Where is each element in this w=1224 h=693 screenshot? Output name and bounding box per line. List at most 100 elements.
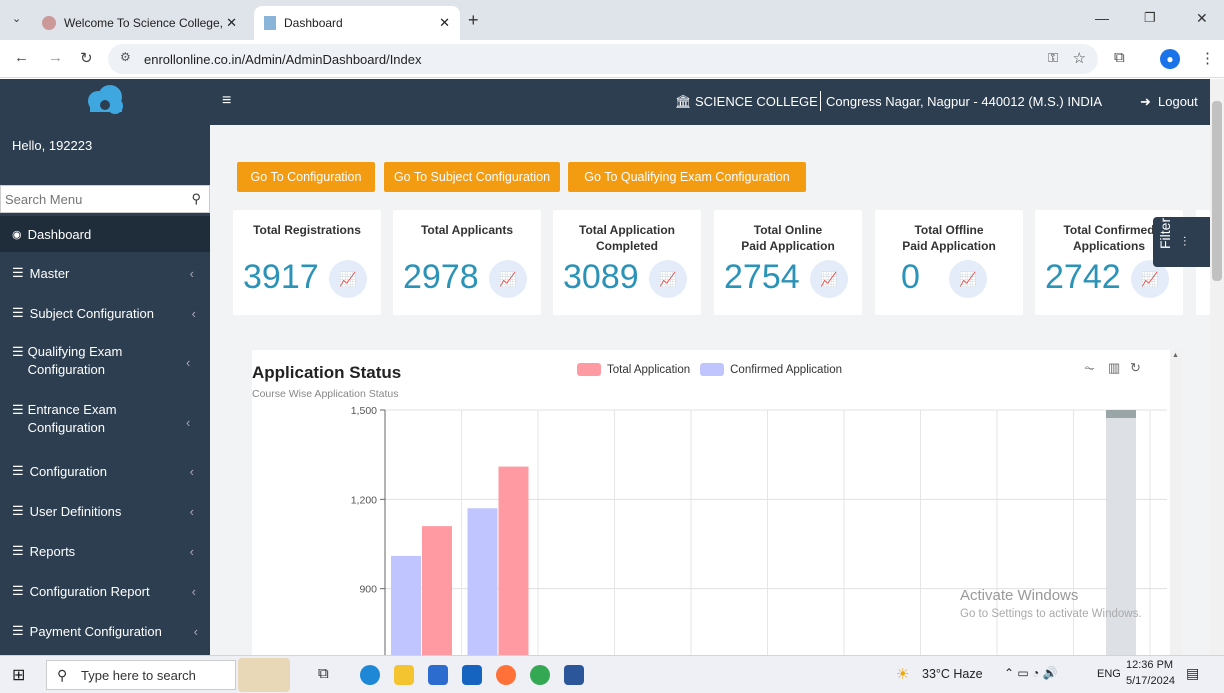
- firefox-icon[interactable]: [496, 665, 516, 685]
- extensions-icon[interactable]: ⧉: [1114, 49, 1125, 66]
- restore-icon[interactable]: ❐: [1144, 10, 1156, 26]
- stat-title: Total Confirmed: [1063, 223, 1155, 237]
- tab-title: Welcome To Science College, N: [64, 16, 224, 30]
- browser-tab-science[interactable]: Welcome To Science College, N ✕: [32, 6, 247, 40]
- bar-total-application: [422, 526, 452, 655]
- sidebar-item-configuration[interactable]: ☰ Configuration ‹: [0, 453, 210, 489]
- chrome-icon[interactable]: [530, 665, 550, 685]
- browser-tab-dashboard[interactable]: Dashboard ✕: [254, 6, 460, 40]
- line-chart-toggle-icon[interactable]: ⏦: [1084, 360, 1095, 376]
- site-info-icon[interactable]: ⚙: [120, 50, 131, 64]
- go-to-subject-configuration-button[interactable]: Go To Subject Configuration: [384, 162, 560, 192]
- sidebar-item-user-definitions[interactable]: ☰ User Definitions ‹: [0, 493, 210, 529]
- favicon-icon: [264, 16, 276, 30]
- list-icon: ☰: [12, 344, 24, 359]
- stat-subtitle: Applications: [1072, 239, 1145, 253]
- edge-browser-icon[interactable]: [360, 665, 380, 685]
- logout-icon: ➜: [1140, 94, 1151, 109]
- stat-card-applicants: Total Applicants 2978 📈: [393, 210, 541, 315]
- language-indicator[interactable]: ENG: [1097, 668, 1121, 680]
- taskbar-search-box[interactable]: ⚲ Type here to search: [46, 660, 236, 690]
- go-to-qualifying-exam-configuration-button[interactable]: Go To Qualifying Exam Configuration: [568, 162, 806, 192]
- taskbar-search-text: Type here to search: [81, 667, 196, 683]
- sidebar-item-configuration-report[interactable]: ☰ Configuration Report ‹: [0, 573, 210, 609]
- scrollbar-thumb[interactable]: [1212, 101, 1222, 281]
- notifications-icon[interactable]: ▤: [1186, 665, 1199, 682]
- task-view-icon[interactable]: ⧉: [318, 665, 329, 682]
- window-close-icon[interactable]: ✕: [1196, 10, 1208, 27]
- mastersoft-logo[interactable]: [80, 84, 130, 122]
- close-icon[interactable]: ✕: [439, 15, 450, 31]
- institution-icon: 🏛: [675, 94, 692, 109]
- sidebar-item-subject-configuration[interactable]: ☰ Subject Configuration ‹: [0, 295, 210, 331]
- file-explorer-icon[interactable]: [394, 665, 414, 685]
- windows-taskbar: ⊞ ⚲ Type here to search ⧉ ☀ 33°C Haze ⌃ …: [0, 655, 1224, 693]
- minimize-icon[interactable]: —: [1095, 10, 1109, 26]
- clock-date[interactable]: 5/17/2024: [1126, 675, 1175, 687]
- reload-icon[interactable]: ↻: [80, 49, 93, 67]
- sidebar-item-master[interactable]: ☰ Master ‹: [0, 255, 210, 291]
- back-icon[interactable]: ←: [14, 49, 29, 66]
- stat-value: 0: [901, 258, 920, 296]
- main-content: Go To Configuration Go To Subject Config…: [210, 125, 1210, 655]
- close-icon[interactable]: ✕: [226, 15, 237, 31]
- clock-time[interactable]: 12:36 PM: [1126, 659, 1173, 671]
- mail-icon[interactable]: [462, 665, 482, 685]
- page-scrollbar[interactable]: [1210, 79, 1224, 655]
- hamburger-menu-icon[interactable]: ≡: [222, 92, 231, 110]
- stat-title: Total Online: [753, 223, 823, 237]
- sidebar-item-reports[interactable]: ☰ Reports ‹: [0, 533, 210, 569]
- stat-card-application-completed: Total Application Completed 3089 📈: [553, 210, 701, 315]
- tab-list-icon[interactable]: ⌄: [12, 12, 21, 25]
- word-icon[interactable]: [564, 665, 584, 685]
- bar-total-application: [498, 466, 529, 655]
- sidebar-item-payment-configuration[interactable]: ☰ Payment Configuration ‹: [0, 613, 210, 649]
- sliders-icon: ⫶: [1183, 234, 1187, 249]
- url-field[interactable]: ⚙ enrollonline.co.in/Admin/AdminDashboar…: [108, 44, 1098, 74]
- bookmark-star-icon[interactable]: ☆: [1073, 49, 1086, 67]
- sidebar-item-label: Dashboard: [27, 226, 92, 242]
- password-key-icon[interactable]: ⚿: [1048, 50, 1058, 66]
- search-menu-input[interactable]: [1, 186, 171, 212]
- chart-title: Application Status: [252, 363, 402, 382]
- user-greeting: Hello, 192223: [12, 138, 93, 153]
- list-icon: ☰: [12, 463, 24, 478]
- y-tick-label: 1,200: [351, 494, 377, 506]
- sidebar-item-label: Master: [29, 265, 70, 281]
- sidebar-item-qualifying-exam[interactable]: ☰ Qualifying Exam Configuration: [0, 343, 170, 387]
- logout-link[interactable]: Logout: [1158, 94, 1198, 109]
- legend-label-confirmed[interactable]: Confirmed Application: [730, 364, 842, 376]
- sidebar-item-dashboard[interactable]: ◉ Dashboard: [0, 216, 210, 252]
- forward-icon[interactable]: →: [48, 49, 63, 66]
- college-address: Congress Nagar, Nagpur - 440012 (M.S.) I…: [826, 94, 1103, 109]
- bar-chart-toggle-icon[interactable]: ▥: [1108, 360, 1120, 376]
- tray-icons[interactable]: ⌃ ▭ ◔ 🔊: [1004, 666, 1058, 680]
- restore-chart-icon[interactable]: ↻: [1130, 360, 1141, 376]
- legend-swatch-total: [577, 363, 601, 376]
- legend-label-total[interactable]: Total Application: [607, 364, 690, 376]
- list-icon: ☰: [12, 543, 24, 558]
- windows-start-icon[interactable]: ⊞: [12, 665, 25, 685]
- sidebar-item-entrance-exam[interactable]: ☰ Entrance Exam Configuration: [0, 401, 170, 445]
- stat-title: Total Applicants: [420, 223, 513, 237]
- stat-value: 3917: [243, 258, 319, 296]
- data-zoom-handle: [1106, 410, 1136, 418]
- dashboard-icon: ◉: [12, 228, 22, 241]
- sidebar-item-label: User Definitions: [29, 503, 122, 519]
- divider: [820, 91, 821, 111]
- activate-windows-subtitle: Go to Settings to activate Windows.: [960, 608, 1142, 620]
- chart-scrollbar[interactable]: ▲: [1170, 350, 1182, 655]
- profile-avatar-icon[interactable]: ●: [1160, 49, 1180, 69]
- weather-text[interactable]: 33°C Haze: [922, 667, 983, 681]
- go-to-configuration-button[interactable]: Go To Configuration: [237, 162, 375, 192]
- menu-kebab-icon[interactable]: ⋮: [1200, 49, 1215, 67]
- microsoft-store-icon[interactable]: [428, 665, 448, 685]
- weather-icon: ☀: [896, 666, 910, 683]
- search-icon[interactable]: ⚲: [191, 191, 201, 207]
- new-tab-icon[interactable]: +: [468, 10, 479, 31]
- list-icon: ☰: [12, 623, 24, 638]
- filter-button[interactable]: Filter ⫶: [1153, 217, 1210, 267]
- favicon-icon: [42, 16, 56, 30]
- scroll-up-icon[interactable]: ▲: [1172, 352, 1179, 359]
- chevron-left-icon: ‹: [186, 355, 191, 370]
